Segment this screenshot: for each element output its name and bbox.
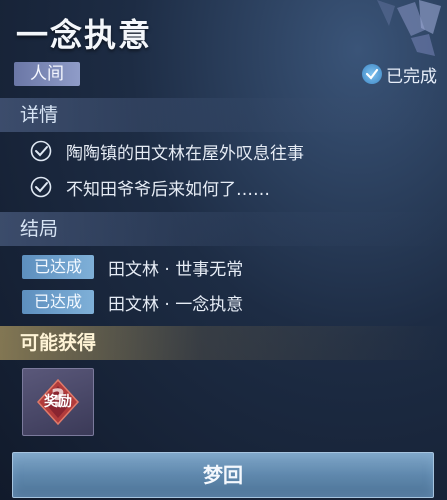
- checkmark-icon: [30, 176, 52, 198]
- dream-return-button[interactable]: 梦回: [12, 452, 434, 498]
- reward-label: 奖励: [44, 394, 72, 410]
- completion-status-label: 已完成: [386, 66, 437, 87]
- achieved-badge: 已达成: [22, 290, 94, 314]
- checkmark-icon: [30, 140, 52, 162]
- ending-label: 田文林 · 世事无常: [108, 259, 244, 280]
- butterfly-emblem-icon: [377, 0, 441, 56]
- endings-heading: 结局: [0, 212, 447, 246]
- completed-check-icon: [362, 64, 382, 84]
- detail-item-text: 陶陶镇的田文林在屋外叹息往事: [66, 143, 304, 164]
- details-heading: 详情: [0, 98, 447, 132]
- ending-row: 已达成 田文林 · 一念执意: [22, 289, 243, 315]
- reward-item[interactable]: ? 奖励: [22, 368, 94, 436]
- rewards-heading: 可能获得: [0, 326, 447, 360]
- completion-status: 已完成: [362, 62, 437, 87]
- quest-title: 一念执意: [16, 16, 153, 54]
- detail-item: 不知田爷爷后来如何了……: [30, 174, 270, 200]
- detail-item-text: 不知田爷爷后来如何了……: [66, 179, 270, 200]
- ending-row: 已达成 田文林 · 世事无常: [22, 254, 243, 280]
- detail-item: 陶陶镇的田文林在屋外叹息往事: [30, 138, 304, 164]
- ending-label: 田文林 · 一念执意: [108, 294, 244, 315]
- reward-badge-icon: ? 奖励: [34, 378, 82, 426]
- quest-detail-panel: 一念执意 人间 已完成 详情 陶陶镇的田文林在屋外叹息往事 不知田爷爷后来如何了…: [0, 0, 447, 500]
- achieved-badge: 已达成: [22, 255, 94, 279]
- realm-tag: 人间: [14, 62, 80, 86]
